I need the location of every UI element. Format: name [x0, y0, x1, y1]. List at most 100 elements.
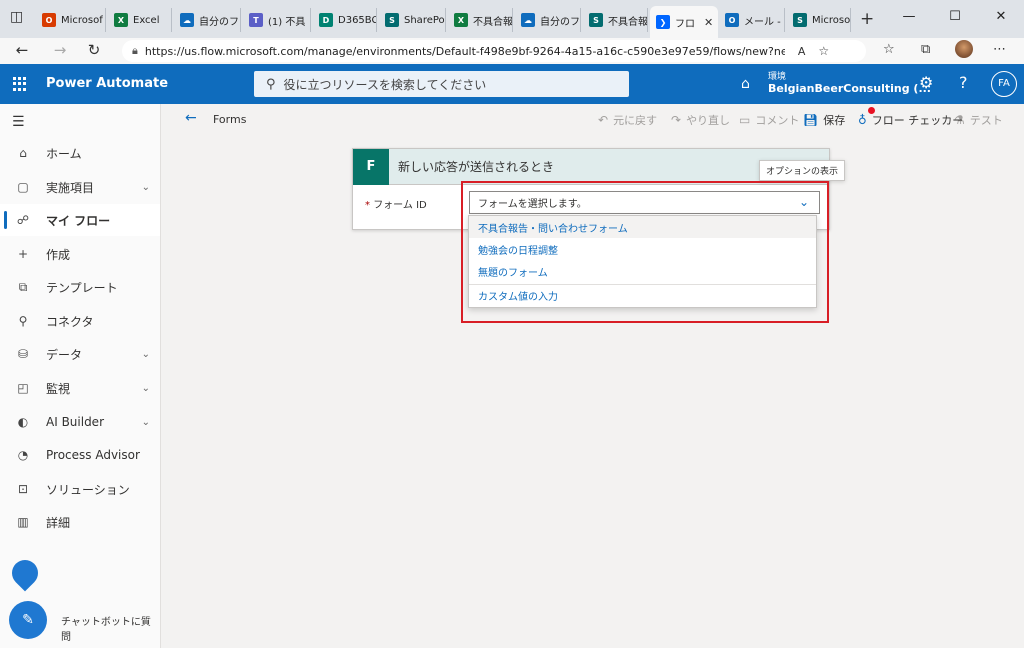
nav-item[interactable]: + 作成 [0, 238, 160, 270]
browser-tab[interactable]: X Excel [108, 8, 172, 32]
close-tab-icon[interactable]: ✕ [704, 16, 713, 29]
redo-icon: ↷ [671, 113, 682, 127]
environment-name[interactable]: BelgianBeerConsulting (... [768, 82, 931, 95]
chevron-down-icon[interactable]: ⌄ [142, 383, 150, 394]
browser-tab[interactable]: D D365BC [313, 8, 377, 32]
nav-item[interactable]: ⧉ テンプレート [0, 271, 160, 303]
minimize-button[interactable]: — [886, 0, 932, 34]
designer-canvas: ← Forms ↶ 元に戻す ↷ やり直し ▭ コメント 💾︎ 保存 ♁ フロー… [161, 104, 1024, 648]
browser-tab[interactable]: S SharePo [379, 8, 446, 32]
nav-item[interactable]: ⚲ コネクタ [0, 305, 160, 337]
tab-actions-icon[interactable]: ◫ [10, 9, 30, 29]
nav-item[interactable]: ⌂ ホーム [0, 137, 160, 169]
settings-gear-icon[interactable]: ⚙ [919, 73, 933, 92]
browser-tab-label: Microsof [61, 14, 103, 26]
nav-item[interactable]: ◔ Process Advisor [0, 439, 160, 471]
options-tooltip: オプションの表示 [759, 160, 846, 181]
test-button[interactable]: ⚗ テスト [954, 112, 1003, 128]
nav-item[interactable]: ☍ マイ フロー [0, 204, 160, 236]
browser-tab[interactable]: ❯ フロ ✕ [650, 6, 718, 38]
url-text: https://us.flow.microsoft.com/manage/env… [144, 44, 785, 58]
browser-tab[interactable]: O Microsof [36, 8, 106, 32]
address-bar[interactable]: 🔒︎ https://us.flow.microsoft.com/manage/… [122, 40, 866, 62]
collections-icon[interactable]: ⧉ [921, 42, 930, 57]
undo-button[interactable]: ↶ 元に戻す [598, 112, 657, 128]
chatbot-label[interactable]: チャットボットに質問 [61, 613, 160, 643]
chatbot-button[interactable]: ✎ [9, 601, 47, 639]
nav-item-label: データ [46, 347, 83, 362]
browser-tab-label: メール - Fi [744, 16, 784, 28]
back-button[interactable]: ← [12, 41, 32, 59]
flow-checker-button[interactable]: ♁ フロー チェッカー [858, 112, 963, 128]
nav-item-label: AI Builder [46, 415, 105, 429]
browser-tab[interactable]: S Microsof [787, 8, 851, 32]
chevron-down-icon[interactable]: ⌄ [142, 417, 150, 428]
onedrive-icon: ☁ [180, 13, 194, 27]
save-label: 保存 [823, 114, 846, 127]
nav-item-label: マイ フロー [46, 213, 111, 228]
trigger-title[interactable]: 新しい応答が送信されるとき [398, 158, 554, 175]
home-icon: ⌂ [19, 146, 27, 160]
save-button[interactable]: 💾︎ 保存 [803, 112, 845, 128]
window-controls: — ☐ ✕ [886, 0, 1024, 34]
environment-icon[interactable]: ⌂ [741, 76, 750, 92]
back-arrow-icon[interactable]: ← [185, 110, 197, 126]
lock-icon[interactable]: 🔒︎ [132, 44, 138, 58]
nav-item[interactable]: ▢ 実施項目 ⌄ [0, 171, 160, 203]
hamburger-menu-icon[interactable]: ☰ [12, 114, 25, 130]
nav-item[interactable]: ◐ AI Builder ⌄ [0, 406, 160, 438]
book-icon: ▥ [17, 515, 29, 529]
browser-toolbar: ← → ↻ 🔒︎ https://us.flow.microsoft.com/m… [0, 38, 1024, 64]
read-aloud-icon[interactable]: A [798, 45, 806, 58]
favorites-icon[interactable]: ☆ [883, 42, 895, 57]
nav-item-label: ソリューション [46, 482, 130, 497]
browser-tab-label: 自分のファ [540, 16, 580, 28]
nav-item[interactable]: ⛁ データ ⌄ [0, 338, 160, 370]
highlight-annotation [461, 181, 829, 323]
close-window-button[interactable]: ✕ [978, 0, 1024, 34]
profile-avatar[interactable] [955, 40, 973, 58]
trigger-card-header[interactable]: F 新しい応答が送信されるとき [353, 148, 829, 185]
save-icon: 💾︎ [803, 113, 819, 127]
browser-tab-label: 不具合報 [608, 16, 648, 28]
flow-checker-label: フロー チェッカー [871, 114, 964, 127]
comment-button[interactable]: ▭ コメント [739, 112, 799, 128]
nav-item[interactable]: ◰ 監視 ⌄ [0, 372, 160, 404]
browser-tab[interactable]: O メール - Fi [719, 8, 785, 32]
app-title[interactable]: Power Automate [46, 76, 168, 91]
help-icon[interactable]: ? [959, 73, 968, 92]
forward-button[interactable]: → [50, 41, 70, 59]
connector-icon: ⚲ [18, 314, 28, 328]
app-launcher-icon[interactable] [13, 77, 27, 91]
browser-tab[interactable]: T (1) 不具 [243, 8, 311, 32]
new-tab-button[interactable]: + [860, 9, 874, 29]
maximize-button[interactable]: ☐ [932, 0, 978, 34]
chevron-down-icon[interactable]: ⌄ [142, 182, 150, 193]
redo-button[interactable]: ↷ やり直し [671, 112, 730, 128]
sharepoint-icon: S [589, 13, 603, 27]
more-icon[interactable]: ⋯ [993, 42, 1006, 57]
template-icon: ⧉ [18, 279, 28, 294]
search-icon: ⚲ [266, 76, 276, 92]
browser-tab[interactable]: ☁ 自分のファ [174, 8, 241, 32]
browser-tab[interactable]: X 不具合報 [448, 8, 513, 32]
left-navigation: ☰ ⌂ ホーム ▢ 実施項目 ⌄ ☍ マイ フロー + 作成 ⧉ テンプレート ⚲ コネクタ ⛁ データ ⌄ ◰… [0, 104, 161, 648]
ai-builder-icon: ◐ [17, 415, 29, 429]
search-box[interactable]: ⚲ 役に立つリソースを検索してください [254, 71, 629, 97]
nav-item-label: 実施項目 [46, 180, 95, 195]
checker-error-badge [868, 107, 875, 114]
refresh-button[interactable]: ↻ [84, 41, 104, 59]
nav-item[interactable]: ▥ 詳細 [0, 506, 160, 538]
required-mark: * [365, 200, 370, 211]
command-bar: ← Forms ↶ 元に戻す ↷ やり直し ▭ コメント 💾︎ 保存 ♁ フロー… [161, 104, 1024, 134]
browser-tab[interactable]: S 不具合報 [583, 8, 648, 32]
nav-item-label: ホーム [46, 146, 82, 161]
user-avatar[interactable]: FA [991, 71, 1017, 97]
favorite-star-icon[interactable]: ☆ [818, 44, 829, 58]
browser-tab[interactable]: ☁ 自分のファ [515, 8, 581, 32]
flow-icon: ☍ [16, 213, 30, 227]
flow-name[interactable]: Forms [213, 113, 246, 126]
chevron-down-icon[interactable]: ⌄ [142, 349, 150, 360]
nav-item[interactable]: ⊡ ソリューション [0, 473, 160, 505]
notification-pin-icon[interactable] [6, 554, 44, 592]
